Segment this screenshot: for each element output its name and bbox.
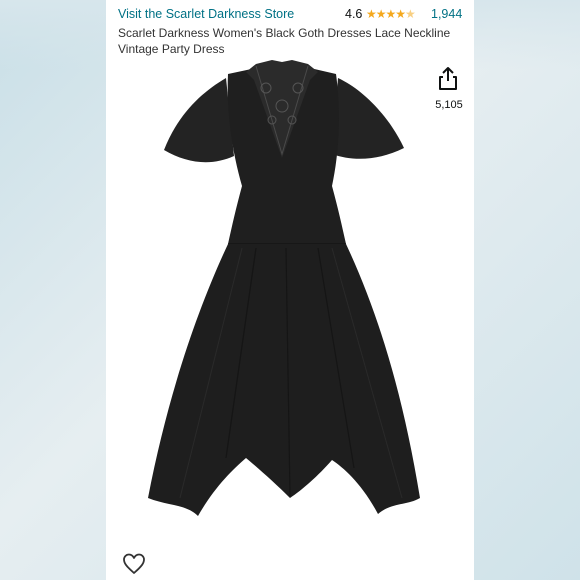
left-sleeve <box>164 78 234 163</box>
skirt <box>148 244 420 516</box>
star-rating[interactable]: ★★★★★ <box>366 7 416 21</box>
store-rating-row: Visit the Scarlet Darkness Store 4.6 ★★★… <box>118 7 468 25</box>
review-count-link[interactable]: 1,944 <box>431 7 462 21</box>
share-count: 5,105 <box>435 99 463 111</box>
product-image[interactable] <box>106 58 474 568</box>
share-button[interactable] <box>436 66 460 92</box>
share-icon <box>439 67 457 90</box>
wishlist-button[interactable] <box>122 553 146 575</box>
right-sleeve <box>332 78 404 159</box>
star-icons: ★★★★ <box>366 7 406 21</box>
rating-value: 4.6 <box>345 7 363 21</box>
product-card: Visit the Scarlet Darkness Store 4.6 ★★★… <box>106 0 474 580</box>
product-title: Scarlet Darkness Women's Black Goth Dres… <box>118 26 451 56</box>
half-star-icon: ★ <box>405 7 416 21</box>
store-link[interactable]: Visit the Scarlet Darkness Store <box>118 7 294 21</box>
heart-icon <box>123 553 145 574</box>
